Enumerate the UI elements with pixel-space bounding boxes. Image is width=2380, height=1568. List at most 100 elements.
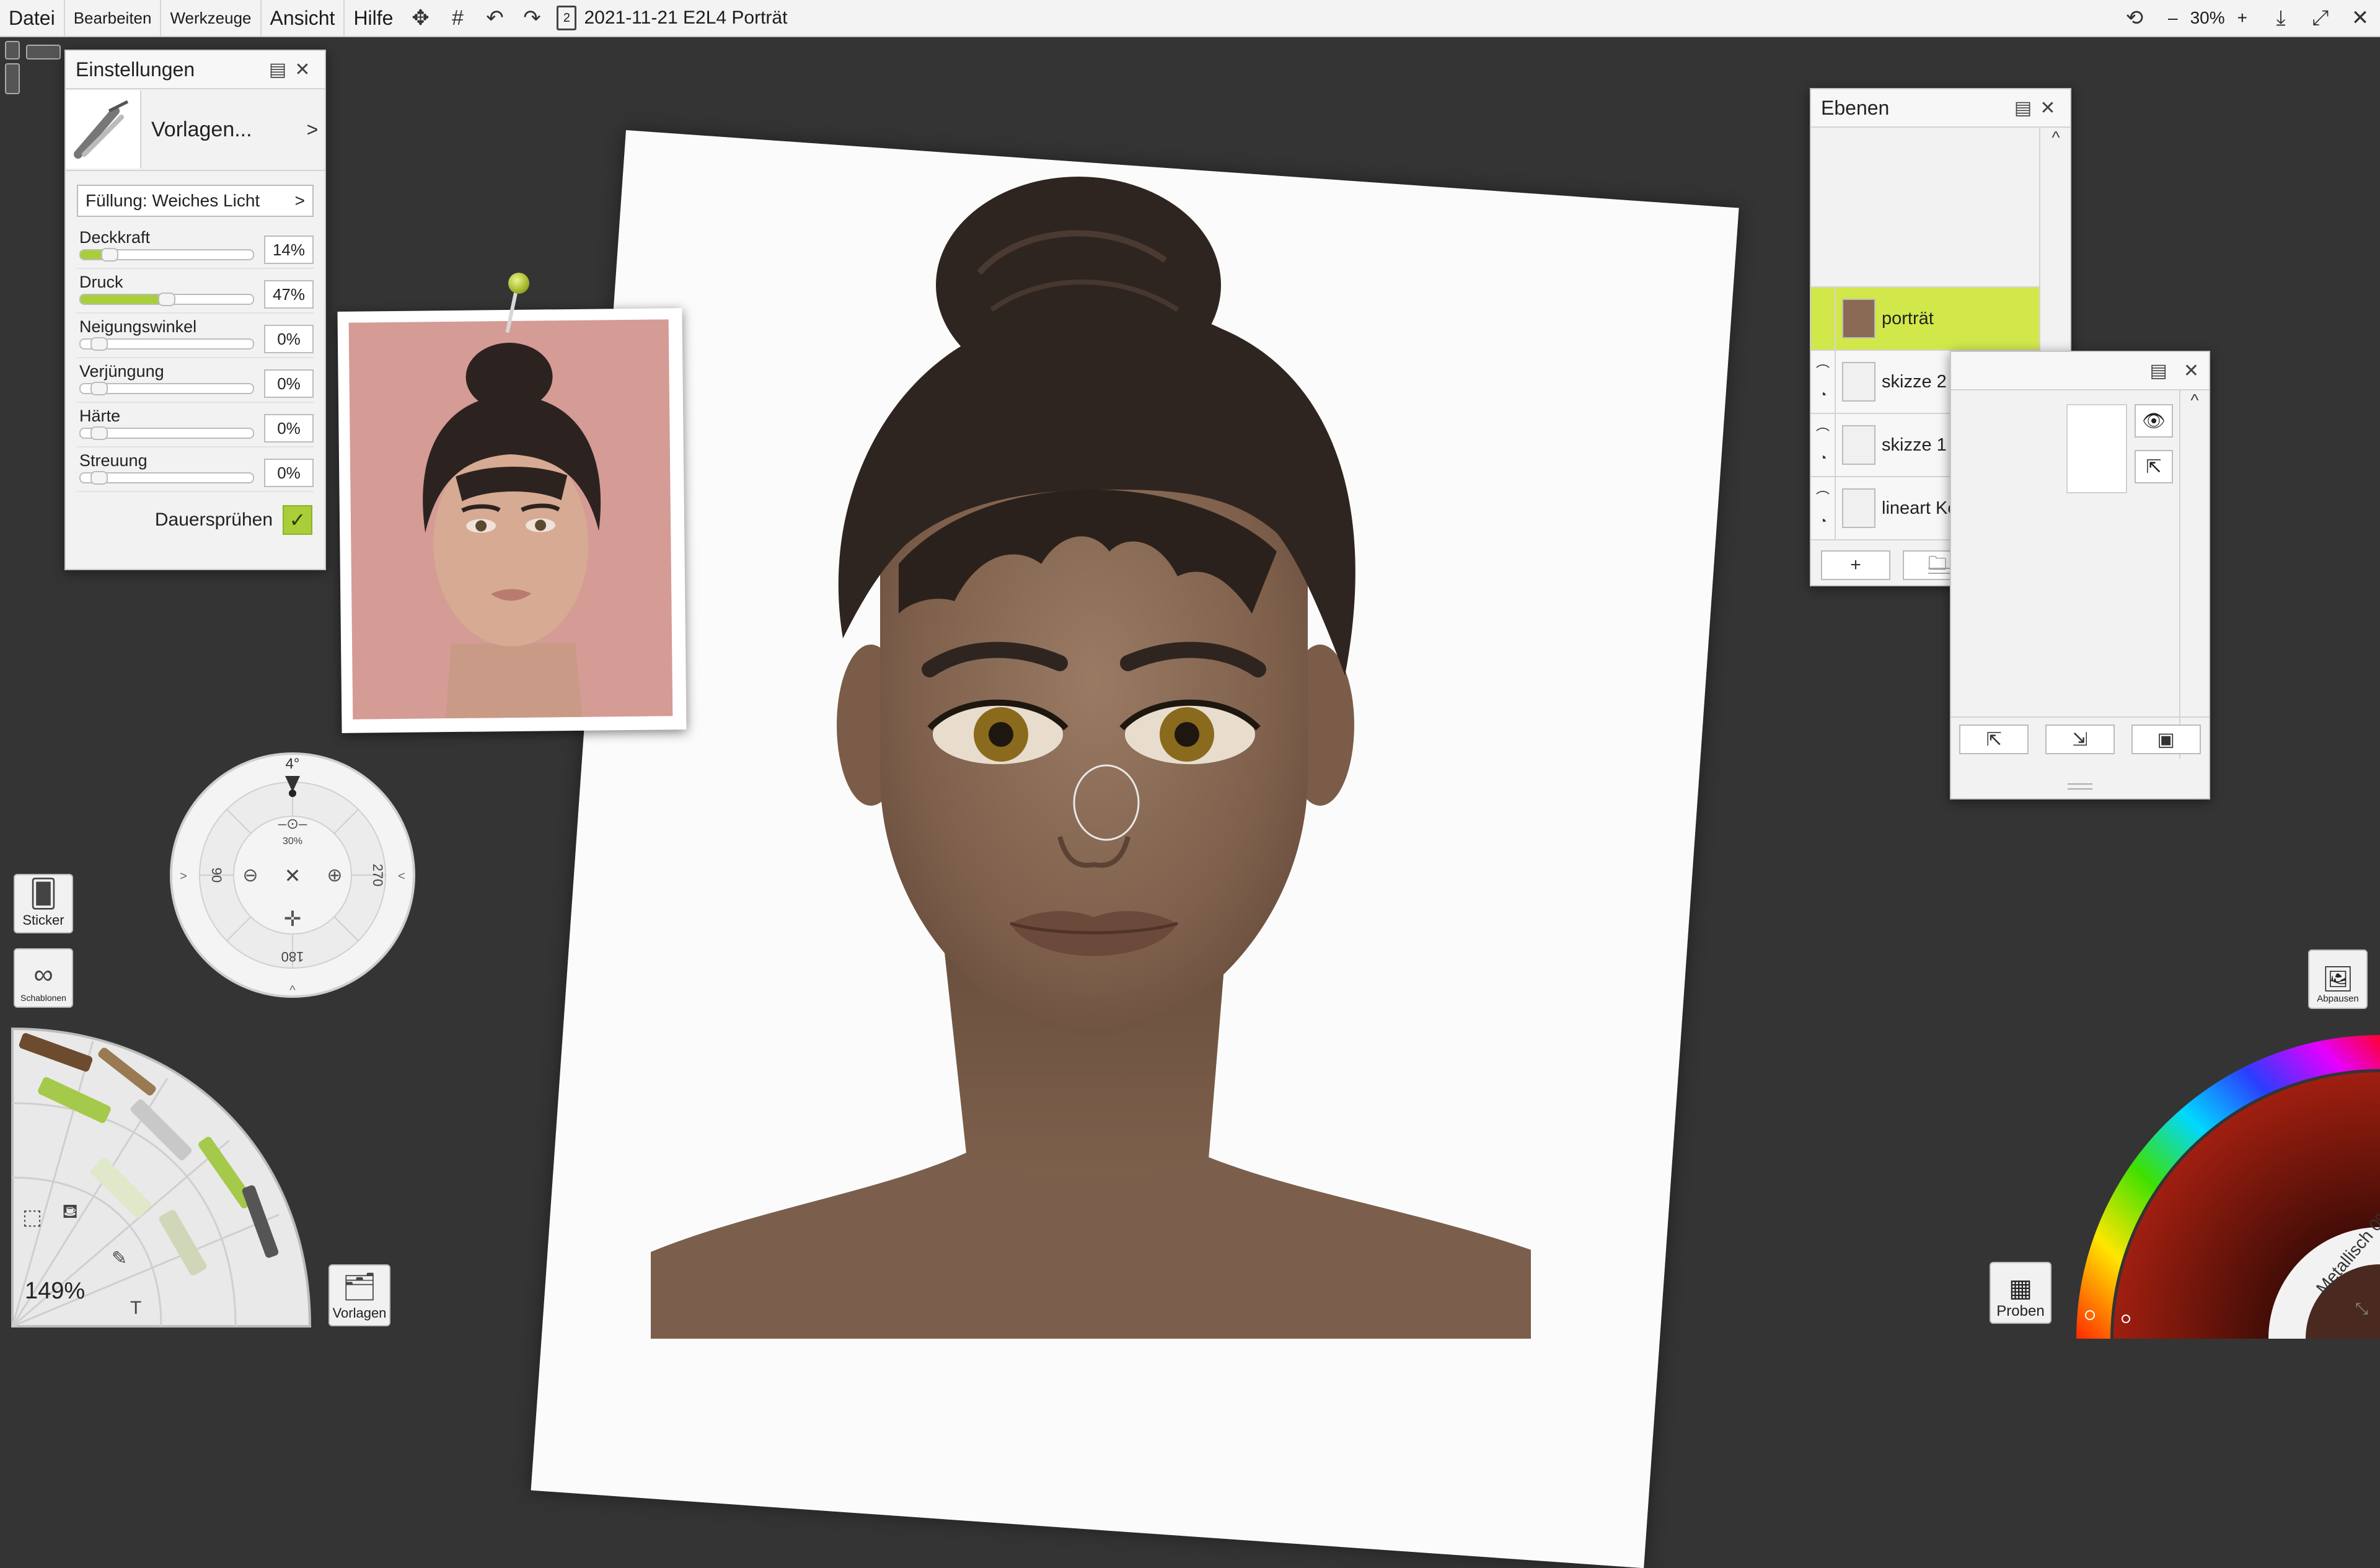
menu-hilfe[interactable]: Hilfe <box>345 0 402 36</box>
export-icon[interactable]: ⇱ <box>1959 725 2029 754</box>
fullscreen-icon[interactable]: ⤢ <box>2301 0 2340 36</box>
panel2-scrollbar[interactable]: ^ v <box>2179 390 2209 759</box>
templates-button[interactable]: 🗂 Vorlagen <box>328 1264 390 1326</box>
mini-horizontal-toggle[interactable] <box>26 45 61 59</box>
panel-menu-icon[interactable]: ▤ <box>2011 97 2035 119</box>
menu-bearbeiten[interactable]: Bearbeiten <box>65 0 162 36</box>
samples-button[interactable]: ▦ Proben <box>1990 1262 2052 1324</box>
pan-icon[interactable]: ✛ <box>284 907 302 931</box>
layers-header: Ebenen ▤ ✕ <box>1811 89 2070 128</box>
lock-icon[interactable]: ◔ <box>1818 450 1827 466</box>
grid-icon[interactable]: # <box>439 0 476 36</box>
scroll-up-icon[interactable]: ^ <box>2190 390 2198 410</box>
canvas-rotate-icon[interactable]: ⟲ <box>2115 0 2154 36</box>
visibility-icon[interactable]: ⌒ <box>1816 487 1830 507</box>
zoom-in-icon[interactable]: + <box>2237 8 2247 28</box>
layer-visibility[interactable]: ⌒ ◔ <box>1811 351 1836 413</box>
fill-bucket-icon[interactable]: ⛾ <box>62 1200 78 1222</box>
slider-handle[interactable] <box>90 337 108 351</box>
slider-value[interactable]: 0% <box>264 414 314 443</box>
preset-selector[interactable]: Vorlagen... > <box>66 89 325 171</box>
zoom-control: – 30% + <box>2154 8 2261 28</box>
layer-thumbnail <box>1842 425 1875 465</box>
reference-photo[interactable] <box>337 308 687 733</box>
menu-ansicht[interactable]: Ansicht <box>262 0 345 36</box>
eyedropper-icon[interactable]: ✎ <box>112 1248 127 1269</box>
mini-toggle-icon[interactable] <box>5 41 20 59</box>
slider-handle[interactable] <box>90 426 108 440</box>
stencil-icon: ∞ <box>33 959 53 990</box>
add-layer-button[interactable]: + <box>1821 550 1890 580</box>
layer-visibility[interactable]: ⌒ ◔ <box>1811 477 1836 539</box>
slider-row: Verjüngung 0% <box>77 358 314 403</box>
painting-portrait[interactable] <box>632 167 1531 1339</box>
visibility-icon[interactable]: ⌒ <box>1816 424 1830 444</box>
panel-menu-icon[interactable]: ▤ <box>2150 360 2167 382</box>
nav-zoom: 30% <box>283 836 302 847</box>
panel-grip[interactable] <box>1928 568 1953 574</box>
frame-icon[interactable]: ▣ <box>2131 725 2201 754</box>
document-icon: 2 <box>557 6 577 30</box>
navigation-wheel[interactable]: 4° 30% –⊙– ⊖ ⊕ ✕ ✛ 90 270 180 > < ^ <box>169 751 416 999</box>
sticker-button[interactable]: 🂠 Sticker <box>14 874 73 933</box>
undo-icon[interactable]: ↶ <box>476 0 513 36</box>
layer-visibility[interactable] <box>1811 288 1836 350</box>
close-icon[interactable]: ✕ <box>2035 97 2060 119</box>
selection-icon[interactable]: ⬚ <box>22 1205 42 1229</box>
nav-90: 90 <box>209 868 224 883</box>
pin-icon <box>508 273 529 294</box>
zoom-fit-icon[interactable]: –⊙– <box>278 816 307 832</box>
panel-grip[interactable] <box>2068 783 2092 790</box>
close-app-icon[interactable]: ✕ <box>2340 0 2380 36</box>
close-icon[interactable]: ✕ <box>290 59 315 81</box>
export-icon[interactable]: ⇱ <box>2135 450 2173 483</box>
zoom-in-icon[interactable]: ⊕ <box>327 865 342 886</box>
slider-value[interactable]: 0% <box>264 459 314 487</box>
zoom-out-icon[interactable]: – <box>2168 8 2178 28</box>
slider-handle[interactable] <box>100 248 118 262</box>
color-wheel[interactable]: Metallisch 0% ⤡ <box>2064 1023 2380 1339</box>
eye-icon[interactable]: 👁 <box>2135 404 2173 438</box>
download-icon[interactable]: ⤓ <box>2261 0 2301 36</box>
close-icon[interactable]: ✕ <box>2184 360 2199 382</box>
settings-header: Einstellungen ▤ ✕ <box>66 51 325 89</box>
slider-value[interactable]: 0% <box>264 369 314 398</box>
sticker-icon: 🂠 <box>29 879 58 909</box>
swatches-icon: ▦ <box>2009 1275 2032 1302</box>
visibility-icon[interactable]: ⌒ <box>1816 361 1830 381</box>
zoom-out-icon[interactable]: ⊖ <box>242 865 258 886</box>
slider-value[interactable]: 47% <box>264 280 314 309</box>
menu-right-controls: ⟲ – 30% + ⤓ ⤢ ✕ <box>2115 0 2380 36</box>
tool-wheel[interactable]: 149% ⬚ ⛾ ✎ T <box>0 1016 322 1339</box>
lock-icon[interactable]: ◔ <box>1818 513 1827 529</box>
move-icon[interactable]: ✥ <box>402 0 439 36</box>
blend-mode-button[interactable]: Füllung: Weiches Licht > <box>77 185 314 217</box>
slider-value[interactable]: 14% <box>264 236 314 264</box>
stencils-button[interactable]: ∞ Schablonen <box>14 948 73 1008</box>
layer-visibility[interactable]: ⌒ ◔ <box>1811 414 1836 476</box>
trace-button[interactable]: 🖼 Abpausen <box>2308 949 2368 1009</box>
lock-icon[interactable]: ◔ <box>1818 387 1827 403</box>
continuous-spray-checkbox[interactable]: ✓ <box>283 505 312 535</box>
mini-slider-icon[interactable] <box>5 63 20 94</box>
document-title-area[interactable]: 2 2021-11-21 E2L4 Porträt <box>557 6 787 30</box>
redo-icon[interactable]: ↷ <box>513 0 550 36</box>
slider-label: Druck <box>79 273 123 291</box>
import-icon[interactable]: ⇲ <box>2045 725 2115 754</box>
slider-value[interactable]: 0% <box>264 325 314 353</box>
menu-datei[interactable]: Datei <box>0 0 65 36</box>
slider-handle[interactable] <box>157 293 175 306</box>
tool-zoom-level: 149% <box>25 1278 85 1304</box>
panel-menu-icon[interactable]: ▤ <box>265 59 290 81</box>
expand-icon[interactable]: ⤡ <box>2355 1299 2368 1318</box>
text-tool-icon[interactable]: T <box>130 1298 141 1318</box>
nav-270: 270 <box>370 864 386 887</box>
menu-werkzeuge[interactable]: Werkzeuge <box>161 0 262 36</box>
slider-handle[interactable] <box>90 382 108 395</box>
scroll-up-icon[interactable]: ^ <box>2052 128 2060 148</box>
nav-180: 180 <box>281 949 304 964</box>
slider-handle[interactable] <box>90 471 108 485</box>
layer-thumbnail <box>1842 299 1875 338</box>
layer-row[interactable]: porträt <box>1811 288 2039 351</box>
reset-icon[interactable]: ✕ <box>284 865 301 887</box>
